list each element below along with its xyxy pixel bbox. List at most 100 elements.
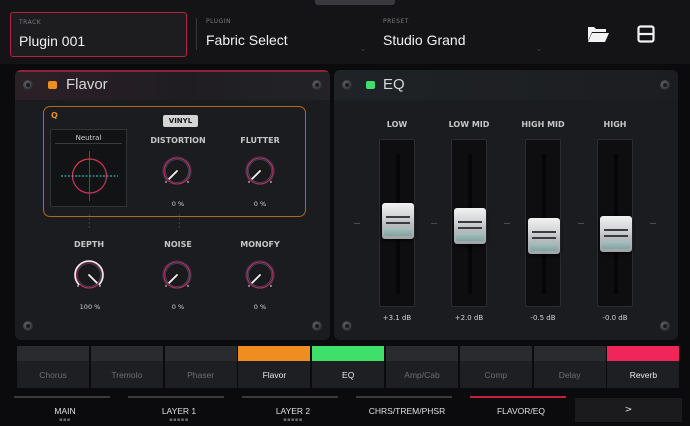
- eq-panel: EQ LOW +3.1 dB LOW MID +2.0 dB HIGH MID -0.5 …: [334, 70, 678, 340]
- monofy-label: MONOFY: [240, 240, 280, 249]
- eq-fader-track[interactable]: [379, 139, 415, 307]
- module-status-bar: [386, 346, 458, 361]
- eq-band-label: HIGH: [603, 120, 627, 129]
- plugin-value: Fabric Select: [206, 32, 288, 48]
- tab-label: CHRS/TREM/PHSR: [368, 406, 446, 416]
- tab-flavor-eq[interactable]: FLAVOR/EQ: [466, 396, 576, 426]
- save-button[interactable]: [632, 20, 660, 48]
- module-status-bar: [607, 346, 680, 361]
- module-label: Reverb: [629, 370, 658, 380]
- module-button-phaser[interactable]: Phaser: [164, 346, 237, 388]
- vinyl-badge[interactable]: VINYL: [163, 115, 198, 127]
- flavor-led-indicator: [48, 81, 57, 89]
- module-status-bar: [238, 346, 311, 361]
- plugin-field[interactable]: PLUGIN Fabric Select ⌄: [206, 12, 366, 57]
- plugin-chevron-icon: ⌄: [360, 45, 366, 53]
- eq-tick: [354, 223, 360, 224]
- eq-band-label: LOW MID: [448, 120, 490, 129]
- tab-chrs-trem-phsr[interactable]: CHRS/TREM/PHSR: [352, 396, 462, 426]
- module-status-bar: [90, 346, 163, 361]
- noise-knob[interactable]: [160, 258, 194, 292]
- screw-icon: [23, 321, 33, 331]
- preset-chevron-icon: ⌄: [536, 45, 542, 53]
- tab-indicator: [242, 396, 338, 398]
- top-notch: [315, 0, 395, 5]
- eq-tick: [578, 223, 584, 224]
- preset-field[interactable]: PRESET Studio Grand ⌄: [383, 12, 553, 57]
- module-button-delay[interactable]: Delay: [533, 346, 606, 388]
- knob-dial-icon: [245, 260, 275, 289]
- plugin-caption: PLUGIN: [206, 18, 231, 25]
- screw-icon: [342, 321, 352, 331]
- eq-led-indicator: [366, 81, 375, 89]
- module-button-amp-cab[interactable]: Amp/Cab: [386, 346, 458, 388]
- module-label: Delay: [558, 370, 581, 380]
- distortion-label: DISTORTION: [150, 136, 206, 145]
- preset-caption: PRESET: [383, 18, 409, 25]
- track-field[interactable]: TRACK Plugin 001: [10, 12, 187, 57]
- eq-fader-track[interactable]: [451, 139, 487, 307]
- module-button-tremolo[interactable]: Tremolo: [90, 346, 163, 388]
- eq-fader-track[interactable]: [525, 139, 561, 307]
- module-label: EQ: [342, 370, 355, 380]
- eq-band-label: HIGH MID: [521, 120, 565, 129]
- connector-dots: · · · ·: [178, 211, 181, 232]
- more-tabs-label: >: [624, 405, 633, 415]
- flutter-value: 0 %: [253, 200, 267, 208]
- flutter-knob[interactable]: [243, 154, 277, 188]
- eq-band-value: -0.5 dB: [530, 314, 556, 322]
- flavor-title: Flavor: [66, 76, 108, 93]
- eq-band-value: +3.1 dB: [382, 314, 412, 322]
- module-status-bar: [17, 346, 89, 361]
- preset-value: Studio Grand: [383, 32, 466, 48]
- tab-label: MAIN: [54, 406, 76, 416]
- tab-indicator: [128, 396, 224, 398]
- monofy-knob[interactable]: [243, 258, 277, 292]
- eq-fader-handle[interactable]: [600, 216, 632, 252]
- depth-knob[interactable]: [72, 258, 106, 292]
- eq-fader-handle[interactable]: [528, 218, 560, 255]
- screw-icon: [660, 80, 670, 90]
- eq-fader-handle[interactable]: [382, 203, 414, 240]
- knob-dial-icon: [162, 156, 192, 185]
- eq-fader-handle[interactable]: [454, 207, 486, 244]
- module-button-eq[interactable]: EQ: [312, 346, 385, 388]
- eq-fader-track[interactable]: [597, 139, 633, 307]
- open-folder-button[interactable]: [584, 20, 612, 48]
- knob-dial-icon: [162, 260, 192, 289]
- tab-label: LAYER 1: [161, 406, 197, 416]
- folder-open-icon: [588, 27, 609, 42]
- module-label: Comp: [484, 370, 508, 380]
- tab-layer-2[interactable]: LAYER 2 ▪▪▪▪▪: [238, 396, 348, 426]
- flavor-panel-header: [15, 70, 330, 100]
- module-button-chorus[interactable]: Chorus: [17, 346, 89, 388]
- eq-title: EQ: [383, 76, 405, 93]
- q-label: Q: [51, 111, 58, 120]
- neutral-xy-display[interactable]: Neutral: [50, 129, 127, 207]
- more-tabs-button[interactable]: >: [575, 398, 682, 422]
- distortion-knob[interactable]: [160, 154, 194, 188]
- module-button-reverb[interactable]: Reverb: [607, 346, 680, 388]
- distortion-value: 0 %: [171, 200, 185, 208]
- flutter-label: FLUTTER: [240, 136, 280, 145]
- tab-indicator: [356, 396, 452, 398]
- header-divider: [196, 18, 197, 50]
- module-button-comp[interactable]: Comp: [459, 346, 532, 388]
- eq-tick: [650, 223, 656, 224]
- eq-band-value: -0.0 dB: [602, 314, 628, 322]
- eq-band-label: LOW: [386, 120, 408, 129]
- module-button-flavor[interactable]: Flavor: [238, 346, 311, 388]
- track-caption: TRACK: [19, 19, 42, 26]
- tab-indicator: [470, 396, 566, 398]
- tab-main[interactable]: MAIN ▪▪▪: [10, 396, 120, 426]
- module-label: Amp/Cab: [404, 370, 440, 380]
- track-value: Plugin 001: [19, 33, 86, 49]
- tab-label: LAYER 2: [275, 406, 311, 416]
- screw-icon: [342, 80, 352, 90]
- module-status-bar: [164, 346, 237, 361]
- header-bar: TRACK Plugin 001 PLUGIN Fabric Select ⌄ …: [0, 0, 690, 64]
- tab-layer-1[interactable]: LAYER 1 ▪▪▪▪▪: [124, 396, 234, 426]
- knob-dial-icon: [245, 156, 275, 185]
- module-label: Tremolo: [111, 370, 143, 380]
- knob-dial-icon: [74, 260, 104, 289]
